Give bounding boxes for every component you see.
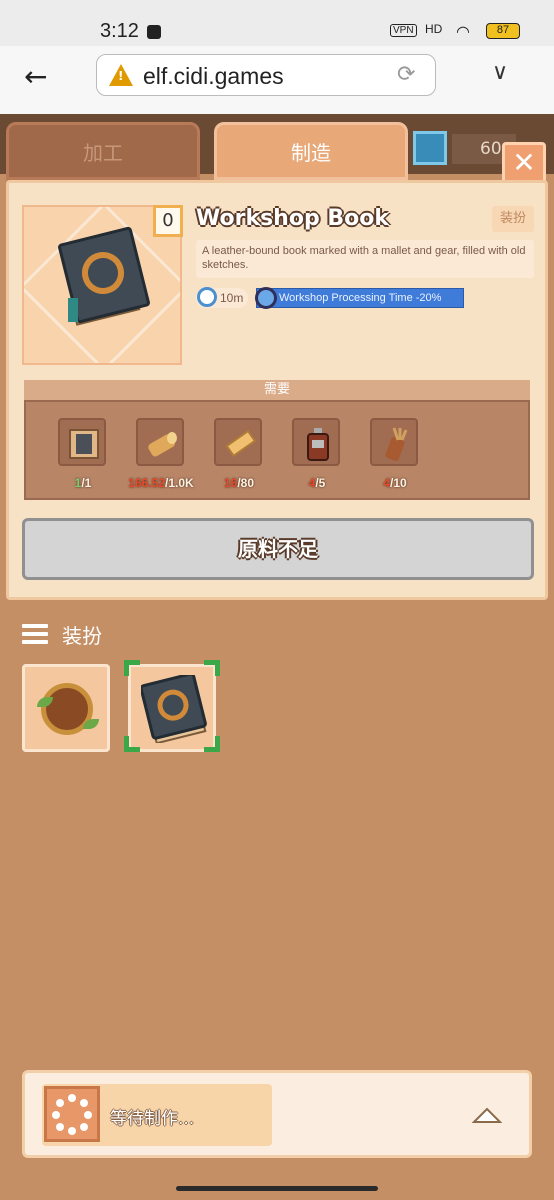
queue-status: 等待制作... [110,1109,195,1129]
material-count-4: 4/5 [308,476,326,490]
plank-icon[interactable] [214,418,262,466]
material-count-5: 4/10 [383,476,407,490]
requirements-label: 需要 [24,380,530,402]
gem-icon [413,131,447,165]
flask-icon[interactable] [292,418,340,466]
selection-corner [204,736,220,752]
owned-count: 0 [153,205,183,237]
browser-toolbar: ← ! elf.cidi.games ⟳ ∨ [0,46,554,114]
wifi-icon: ◠ [456,22,470,41]
log-icon[interactable] [136,418,184,466]
skins-title: 装扮 [62,624,102,648]
workshop-book-icon [141,675,207,743]
expand-up-icon[interactable] [472,1106,502,1124]
buff-clock-icon [255,287,277,309]
warning-icon[interactable]: ! [109,64,133,86]
material-count-2: 166.52/1.0K [128,476,194,490]
tab-make[interactable]: 制造 [214,122,408,180]
status-bar: 3:12 VPN HD ◠ 87 [0,0,554,46]
back-arrow-icon[interactable]: ← [24,60,47,93]
material-count-3: 16/80 [223,476,255,490]
stopwatch-icon [197,287,217,307]
url-text[interactable]: elf.cidi.games [143,63,284,90]
item-title: Workshop Book [196,206,389,231]
workshop-book-icon [57,226,151,328]
list-icon [22,624,48,644]
craft-time-badge: 10m [196,287,248,308]
loading-icon [44,1086,100,1142]
battery-indicator: 87 [486,23,520,39]
signal-icon: HD [425,22,443,36]
buff-badge: Workshop Processing Time -20% [255,287,464,309]
skin-option-book[interactable] [128,664,216,752]
reload-icon[interactable]: ⟳ [397,62,415,87]
item-type-tag: 装扮 [492,206,534,232]
selection-corner [124,736,140,752]
material-count-1: 1/1 [74,476,92,490]
item-description: A leather-bound book marked with a malle… [196,240,534,278]
craft-button[interactable]: 原料不足 [22,518,534,580]
status-time: 3:12 [100,20,139,42]
home-indicator[interactable] [176,1186,378,1191]
tab-process[interactable]: 加工 [6,122,200,180]
chevron-down-icon[interactable]: ∨ [492,60,508,85]
vpn-badge: VPN [390,24,417,37]
skin-option-shield[interactable] [22,664,110,752]
selection-corner [124,660,140,676]
blueprint-icon[interactable] [58,418,106,466]
quiver-icon[interactable] [370,418,418,466]
app-notification-icon [147,25,161,39]
address-bar[interactable]: ! elf.cidi.games ⟳ [96,54,436,96]
selection-corner [204,660,220,676]
